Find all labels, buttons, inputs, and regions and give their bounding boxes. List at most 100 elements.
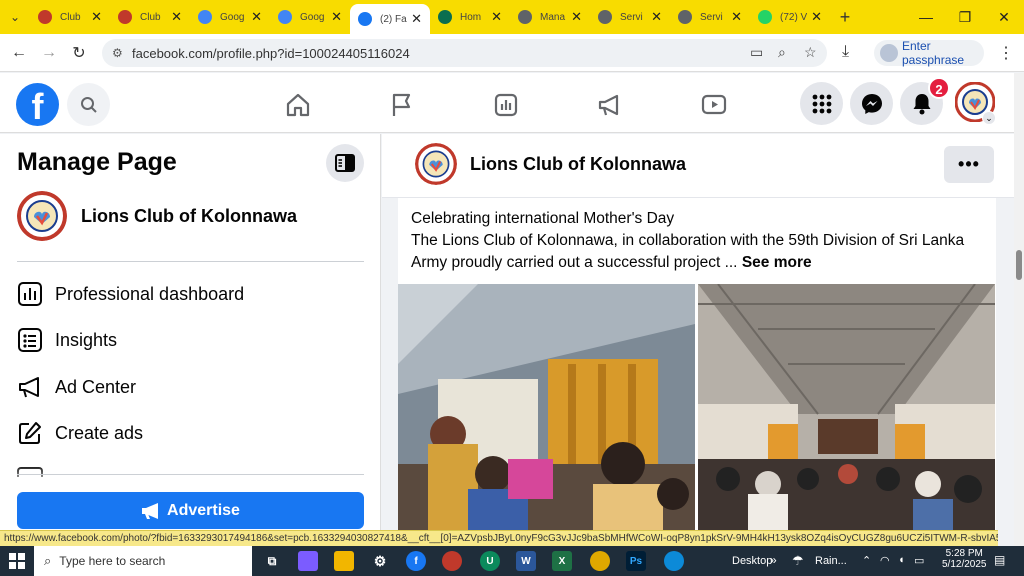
page-scrollbar-thumb[interactable] — [1016, 250, 1022, 280]
site-info-icon[interactable]: ⚙ — [112, 46, 123, 60]
pages-nav[interactable] — [388, 91, 416, 119]
start-button[interactable] — [0, 546, 34, 576]
passphrase-button[interactable]: Enter passphrase — [874, 39, 984, 67]
browser-menu-icon[interactable]: ⋮ — [998, 43, 1014, 63]
tab-close-icon[interactable]: ✕ — [491, 9, 502, 25]
notification-center-icon[interactable]: ▤ — [994, 553, 1005, 567]
ads-nav[interactable] — [596, 91, 624, 119]
account-chevron-icon[interactable]: ⌄ — [982, 111, 996, 125]
edge-icon[interactable] — [664, 551, 684, 571]
sidebar-divider — [17, 261, 364, 262]
notification-badge: 2 — [928, 77, 950, 99]
browser-tab[interactable]: Club ✕ — [30, 0, 110, 34]
task-view-icon[interactable]: ⧉ — [262, 551, 282, 571]
app-icon-red[interactable] — [442, 551, 462, 571]
browser-tab[interactable]: Club ✕ — [110, 0, 190, 34]
tab-close-icon[interactable]: ✕ — [571, 9, 582, 25]
browser-tab[interactable]: Goog ✕ — [270, 0, 350, 34]
page-scrollbar[interactable] — [1014, 73, 1024, 546]
sidebar-fade — [0, 464, 380, 488]
settings-icon[interactable]: ⚙ — [370, 551, 390, 571]
photoshop-icon[interactable]: Ps — [626, 551, 646, 571]
cast-icon[interactable]: ▭ — [750, 44, 763, 61]
file-explorer-icon[interactable] — [334, 551, 354, 571]
insights-icon — [18, 328, 42, 352]
post-photo-2[interactable] — [698, 284, 995, 530]
home-nav[interactable] — [284, 91, 312, 119]
sidebar-item-professional-dashboard[interactable]: Professional dashboard — [17, 281, 244, 307]
more-options-button[interactable]: ••• — [944, 146, 994, 183]
url-bar[interactable]: ⚙ facebook.com/profile.php?id=1000244051… — [102, 39, 827, 67]
dashboard-nav[interactable] — [492, 91, 520, 119]
chrome-icon[interactable] — [590, 551, 610, 571]
megaphone-icon — [598, 94, 619, 116]
passphrase-label: Enter passphrase — [902, 39, 965, 67]
forward-button[interactable]: → — [34, 44, 64, 62]
minimize-button[interactable]: — — [906, 0, 946, 34]
browser-tab[interactable]: (2) Fa ✕ — [350, 4, 430, 34]
facebook-app-icon[interactable]: f — [406, 551, 426, 571]
browser-tab[interactable]: (72) V ✕ — [750, 0, 830, 34]
reload-button[interactable]: ↻ — [64, 43, 94, 63]
back-button[interactable]: ← — [4, 44, 34, 62]
word-icon[interactable]: W — [516, 551, 536, 571]
new-tab-button[interactable]: + — [830, 7, 860, 28]
maximize-button[interactable]: ❐ — [945, 0, 985, 34]
volume-icon[interactable]: ◖ — [898, 554, 905, 566]
tray-overflow-icon[interactable]: ⌃ — [862, 554, 871, 567]
sidebar-item-insights[interactable]: Insights — [17, 327, 117, 353]
messenger-button[interactable] — [850, 82, 893, 125]
upwork-icon[interactable]: U — [480, 551, 500, 571]
keyboard-icon[interactable]: ▭ — [914, 554, 924, 567]
menu-button[interactable] — [800, 82, 843, 125]
copilot-icon[interactable] — [298, 551, 318, 571]
browser-tab[interactable]: Goog ✕ — [190, 0, 270, 34]
page-logo-icon[interactable] — [415, 143, 457, 185]
browser-tab[interactable]: Mana ✕ — [510, 0, 590, 34]
excel-icon[interactable]: X — [552, 551, 572, 571]
taskbar-search-placeholder: Type here to search — [59, 554, 166, 568]
tab-close-icon[interactable]: ✕ — [811, 9, 822, 25]
tab-search-dropdown[interactable]: ⌄ — [0, 0, 30, 34]
sidebar-toggle-button[interactable] — [326, 144, 364, 182]
video-nav[interactable] — [700, 91, 728, 119]
tab-close-icon[interactable]: ✕ — [171, 9, 182, 25]
bookmark-star-icon[interactable]: ☆ — [804, 44, 817, 61]
post-photo-1[interactable] — [398, 284, 695, 530]
see-more-link[interactable]: See more — [742, 254, 812, 271]
facebook-header: f 2 ⌄ — [0, 73, 1014, 133]
megaphone-icon — [19, 377, 39, 398]
weather-text[interactable]: Rain... — [815, 555, 847, 567]
tab-close-icon[interactable]: ✕ — [731, 9, 742, 25]
address-toolbar: ← → ↻ ⚙ facebook.com/profile.php?id=1000… — [0, 34, 1024, 72]
taskbar-search[interactable]: ⌕ Type here to search — [34, 546, 252, 576]
tab-close-icon[interactable]: ✕ — [91, 9, 102, 25]
facebook-logo[interactable]: f — [16, 83, 59, 127]
chevron-icon[interactable]: » — [770, 553, 777, 567]
sidebar-item-create-ads[interactable]: Create ads — [17, 420, 143, 446]
tab-close-icon[interactable]: ✕ — [411, 11, 422, 27]
browser-tab[interactable]: Servi ✕ — [590, 0, 670, 34]
zoom-icon[interactable]: ⌕ — [778, 44, 786, 61]
search-button[interactable] — [67, 83, 110, 126]
tab-close-icon[interactable]: ✕ — [331, 9, 342, 25]
tab-label: Mana — [540, 11, 566, 23]
tab-close-icon[interactable]: ✕ — [651, 9, 662, 25]
desktop-label[interactable]: Desktop — [732, 555, 772, 567]
advertise-button[interactable]: Advertise — [17, 492, 364, 529]
tab-label: Club — [140, 11, 161, 23]
clock[interactable]: 5:28 PM 5/12/2025 — [942, 548, 987, 570]
wifi-icon[interactable]: ◠ — [880, 554, 890, 567]
close-window-button[interactable]: ✕ — [984, 0, 1024, 34]
event-photo-indoor-curtains — [398, 284, 695, 530]
download-icon[interactable]: ⤓ — [842, 43, 849, 61]
header-page-name[interactable]: Lions Club of Kolonnawa — [470, 154, 686, 175]
browser-tab[interactable]: Servi ✕ — [670, 0, 750, 34]
browser-tab[interactable]: Hom ✕ — [430, 0, 510, 34]
page-profile-row[interactable]: Lions Club of Kolonnawa — [17, 191, 297, 241]
advertise-label: Advertise — [167, 501, 240, 519]
sidebar-item-ad-center[interactable]: Ad Center — [17, 374, 136, 400]
tab-close-icon[interactable]: ✕ — [251, 9, 262, 25]
manage-page-sidebar: Manage Page Lions Club of Kolonnawa Prof… — [0, 134, 381, 530]
clock-date: 5/12/2025 — [942, 559, 987, 570]
